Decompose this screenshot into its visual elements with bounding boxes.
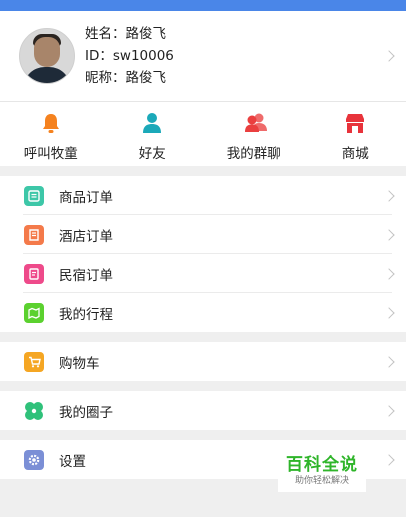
receipt-icon [24,224,44,245]
quick-label: 好友 [138,146,166,162]
person-icon [141,112,163,134]
watermark-title: 百科全说 [286,455,358,475]
menu-item-shopping-cart[interactable]: 购物车 [0,342,406,381]
chevron-right-icon [383,189,395,202]
cart-group: 购物车 [0,342,406,381]
watermark: 百科全说 助你轻松解决 [278,450,366,492]
chevron-right-icon [383,355,395,368]
profile-name: 姓名：路俊飞 [85,26,166,42]
quick-actions: 呼叫牧童 好友 我的群聊 商城 [0,102,406,166]
section-gap [0,381,406,391]
section-gap [0,166,406,176]
quick-label: 呼叫牧童 [23,146,78,162]
chevron-right-icon [383,267,395,280]
quick-call-herder[interactable]: 呼叫牧童 [0,102,102,166]
chevron-right-icon [383,50,395,62]
profile-info: 姓名：路俊飞 ID：sw10006 昵称：路俊飞 [85,23,174,89]
profile-id: ID：sw10006 [85,48,174,64]
store-icon [344,112,366,134]
menu-item-my-circle[interactable]: 我的圈子 [0,391,406,430]
avatar [19,28,75,84]
quick-label: 我的群聊 [226,146,281,162]
quick-friends[interactable]: 好友 [102,102,204,166]
chevron-right-icon [383,404,395,417]
map-icon [24,302,44,323]
gear-icon [24,449,44,470]
chevron-right-icon [383,228,395,241]
menu-item-label: 我的行程 [59,306,113,323]
orders-group: 商品订单 酒店订单 民宿订单 我的行程 [0,176,406,332]
watermark-subtitle: 助你轻松解决 [294,476,349,486]
clover-icon [24,400,44,421]
menu-item-label: 购物车 [59,355,100,372]
menu-item-hotel-orders[interactable]: 酒店订单 [0,215,406,254]
status-bar [0,0,406,11]
quick-my-groups[interactable]: 我的群聊 [203,102,305,166]
menu-item-goods-orders[interactable]: 商品订单 [0,176,406,215]
menu-item-label: 酒店订单 [59,228,113,245]
circle-group: 我的圈子 [0,391,406,430]
chevron-right-icon [383,453,395,466]
document-icon [24,185,44,206]
menu-item-homestay-orders[interactable]: 民宿订单 [0,254,406,293]
profile-card[interactable]: 姓名：路俊飞 ID：sw10006 昵称：路俊飞 [0,11,406,101]
clipboard-icon [24,263,44,284]
group-icon [243,112,267,134]
profile-nickname: 昵称：路俊飞 [85,70,166,86]
menu-item-label: 商品订单 [59,189,113,206]
menu-item-label: 设置 [59,453,86,470]
section-gap [0,430,406,440]
chevron-right-icon [383,306,395,319]
menu-item-label: 民宿订单 [59,267,113,284]
menu-item-label: 我的圈子 [59,404,113,421]
menu-item-my-trips[interactable]: 我的行程 [0,293,406,332]
quick-store[interactable]: 商城 [305,102,406,166]
quick-label: 商城 [341,146,369,162]
bell-icon [40,112,62,134]
section-gap [0,332,406,342]
cart-icon [24,351,44,372]
